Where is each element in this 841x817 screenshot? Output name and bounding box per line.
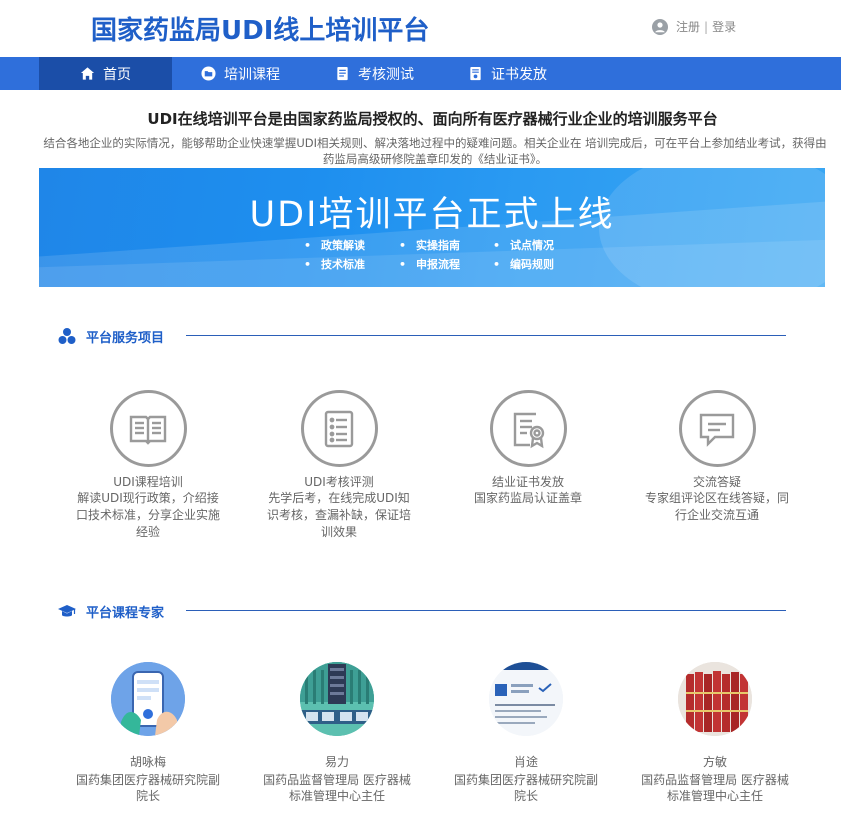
intro-description: 结合各地企业的实际情况，能够帮助企业快速掌握UDI相关规则、解决落地过程中的疑难…	[43, 136, 827, 166]
banner-point: 技术标准	[304, 256, 365, 272]
nav-item-label: 首页	[103, 66, 131, 83]
main-nav: 首页 培训课程 考核测试 证书发放	[0, 57, 841, 90]
services-section-header: 平台服务项目	[58, 326, 164, 346]
service-description: 解读UDI现行政策，介绍接口技术标准，分享企业实施经验	[75, 491, 220, 539]
expert-name: 胡咏梅	[129, 755, 166, 769]
expert-title: 国药品监督管理局 医疗器械标准管理中心主任	[641, 773, 789, 803]
banner-point: 政策解读	[304, 237, 365, 253]
expert-title: 国药品监督管理局 医疗器械标准管理中心主任	[263, 773, 411, 803]
graduation-cap-icon	[58, 605, 76, 617]
service-name: UDI课程培训	[113, 475, 183, 489]
nav-item-label: 考核测试	[358, 66, 414, 83]
auth-links: 注册 | 登录	[652, 18, 736, 35]
nav-item-label: 培训课程	[224, 66, 280, 83]
banner-point: 试点情况	[493, 237, 554, 253]
chat-bubble-icon	[699, 413, 735, 447]
auth-separator: |	[704, 19, 709, 34]
experts-section-header: 平台课程专家	[58, 601, 164, 621]
document-icon	[337, 66, 348, 81]
service-icon-circle	[489, 390, 567, 467]
nav-item-courses[interactable]: 培训课程	[201, 57, 280, 90]
expert-photo	[678, 662, 752, 736]
service-icon-circle	[678, 390, 756, 467]
service-item[interactable]: 交流答疑 专家组评论区在线答疑，同行企业交流互通	[642, 390, 792, 524]
certificate-badge-icon	[513, 412, 545, 448]
open-book-icon	[129, 415, 167, 445]
service-icon-circle	[300, 390, 378, 467]
expert-title: 国药集团医疗器械研究院副院长	[453, 773, 598, 803]
service-item[interactable]: 结业证书发放 国家药监局认证盖章	[453, 390, 603, 507]
banner-point: 申报流程	[399, 256, 460, 272]
expert-photo	[489, 662, 563, 736]
login-link[interactable]: 登录	[712, 18, 736, 35]
site-header: 国家药监局UDI线上培训平台 注册 | 登录	[0, 0, 841, 57]
service-name: 交流答疑	[692, 475, 741, 489]
checklist-icon	[324, 410, 354, 447]
section-title: 平台课程专家	[86, 605, 165, 621]
banner-point: 实操指南	[399, 237, 460, 253]
nav-item-home[interactable]: 首页	[39, 57, 172, 90]
section-title: 平台服务项目	[86, 330, 165, 346]
nav-item-certificate[interactable]: 证书发放	[468, 57, 547, 90]
expert-photo	[111, 662, 185, 736]
expert-card[interactable]: 易力 国药品监督管理局 医疗器械标准管理中心主任	[257, 662, 417, 804]
nav-item-exam[interactable]: 考核测试	[335, 57, 414, 90]
cluster-icon	[58, 328, 76, 344]
banner-point: 编码规则	[493, 256, 554, 272]
service-name: UDI考核评测	[304, 475, 374, 489]
home-icon	[80, 67, 95, 80]
register-link[interactable]: 注册	[676, 18, 700, 35]
expert-name: 易力	[324, 755, 349, 769]
site-title[interactable]: 国家药监局UDI线上培训平台	[91, 10, 429, 47]
intro-title: UDI在线培训平台是由国家药监局授权的、面向所有医疗器械行业企业的培训服务平台	[147, 110, 718, 128]
expert-card[interactable]: 肖途 国药集团医疗器械研究院副院长	[446, 662, 606, 804]
expert-photo	[300, 662, 374, 736]
expert-card[interactable]: 胡咏梅 国药集团医疗器械研究院副院长	[68, 662, 228, 804]
service-description: 国家药监局认证盖章	[473, 491, 582, 505]
service-description: 专家组评论区在线答疑，同行企业交流互通	[644, 491, 789, 522]
expert-card[interactable]: 方敏 国药品监督管理局 医疗器械标准管理中心主任	[635, 662, 795, 804]
service-item[interactable]: UDI课程培训 解读UDI现行政策，介绍接口技术标准，分享企业实施经验	[73, 390, 223, 541]
service-icon-circle	[109, 390, 187, 467]
hero-banner[interactable]: UDI培训平台正式上线 政策解读 实操指南 试点情况 技术标准 申报流程 编码规…	[39, 168, 825, 287]
user-icon	[652, 18, 668, 35]
expert-name: 肖途	[513, 755, 538, 769]
nav-item-label: 证书发放	[491, 66, 547, 83]
expert-title: 国药集团医疗器械研究院副院长	[75, 773, 220, 803]
service-name: 结业证书发放	[491, 475, 564, 489]
certificate-icon	[470, 66, 481, 81]
folder-icon	[201, 66, 216, 81]
banner-title: UDI培训平台正式上线	[249, 195, 615, 235]
service-item[interactable]: UDI考核评测 先学后考，在线完成UDI知识考核，查漏补缺，保证培训效果	[264, 390, 414, 541]
section-divider	[186, 610, 786, 611]
expert-name: 方敏	[702, 755, 727, 769]
section-divider	[186, 335, 786, 336]
service-description: 先学后考，在线完成UDI知识考核，查漏补缺，保证培训效果	[266, 491, 411, 539]
